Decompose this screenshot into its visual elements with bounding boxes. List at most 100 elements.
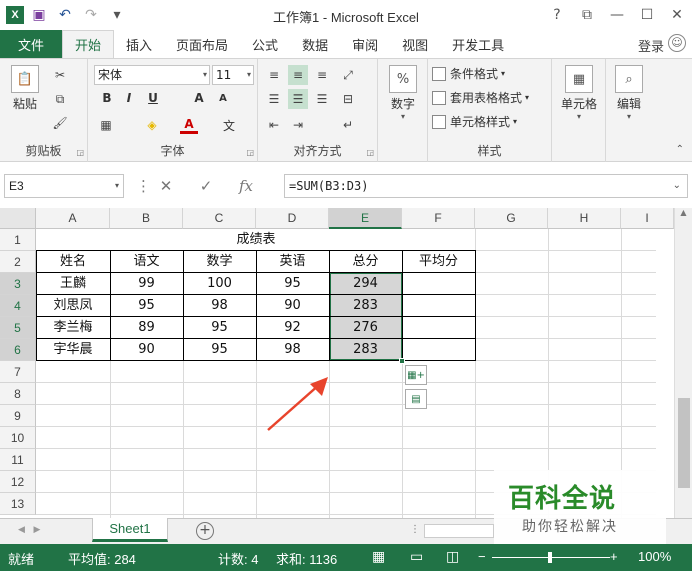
header-cell-chinese[interactable]: 语文 — [110, 251, 183, 273]
row-header-11[interactable]: 11 — [0, 449, 36, 471]
column-header-f[interactable]: F — [402, 208, 475, 229]
align-center-icon[interactable]: ☰ — [288, 89, 308, 109]
format-painter-icon[interactable]: 🖌 — [50, 113, 70, 133]
conditional-formatting-button[interactable]: 条件格式 ▾ — [432, 65, 505, 82]
column-header-d[interactable]: D — [256, 208, 329, 229]
data-cell[interactable]: 95 — [183, 339, 256, 361]
expand-formula-icon[interactable]: ⌄ — [673, 175, 681, 197]
font-launcher-icon[interactable]: ◲ — [246, 148, 254, 157]
wrap-text-icon[interactable]: ↵ — [338, 115, 358, 135]
sheet-tab-sheet1[interactable]: Sheet1 — [92, 518, 168, 542]
tab-file[interactable]: 文件 — [0, 30, 62, 58]
data-cell[interactable]: 95 — [110, 295, 183, 317]
borders-icon[interactable]: ▦ — [96, 115, 116, 135]
data-cell-total[interactable]: 276 — [329, 317, 402, 339]
cell-styles-button[interactable]: 单元格样式 ▾ — [432, 113, 517, 130]
data-cell[interactable]: 99 — [110, 273, 183, 295]
data-cell[interactable]: 92 — [256, 317, 329, 339]
row-header-8[interactable]: 8 — [0, 383, 36, 405]
data-cell[interactable]: 90 — [256, 295, 329, 317]
number-format-button[interactable]: % 数字 ▾ — [386, 65, 420, 121]
row-header-12[interactable]: 12 — [0, 471, 36, 493]
close-button[interactable]: ✕ — [662, 7, 692, 23]
column-header-a[interactable]: A — [36, 208, 110, 229]
data-cell[interactable]: 100 — [183, 273, 256, 295]
cells-button[interactable]: ▦ 单元格 ▾ — [556, 65, 602, 121]
column-header-b[interactable]: B — [110, 208, 183, 229]
tab-insert[interactable]: 插入 — [114, 30, 164, 58]
maximize-button[interactable]: ☐ — [632, 7, 662, 23]
data-cell[interactable]: 95 — [183, 317, 256, 339]
row-header-4[interactable]: 4 — [0, 295, 36, 317]
page-layout-view-icon[interactable]: ▭ — [410, 548, 423, 565]
row-header-10[interactable]: 10 — [0, 427, 36, 449]
fill-color-icon[interactable]: ◈ — [142, 115, 162, 135]
undo-icon[interactable]: ↶ — [54, 4, 76, 26]
align-middle-icon[interactable]: ≡ — [288, 65, 308, 85]
split-handle-icon[interactable]: ⋮ — [410, 524, 420, 535]
column-header-g[interactable]: G — [475, 208, 548, 229]
fill-handle[interactable] — [399, 358, 405, 364]
cancel-icon[interactable]: ✕ — [146, 177, 186, 195]
column-header-c[interactable]: C — [183, 208, 256, 229]
grow-font-button[interactable]: A — [190, 91, 208, 105]
row-header-2[interactable]: 2 — [0, 251, 36, 273]
insert-function-icon[interactable]: fx — [226, 177, 266, 195]
align-left-icon[interactable]: ☰ — [264, 89, 284, 109]
row-header-13[interactable]: 13 — [0, 493, 36, 515]
zoom-slider-thumb[interactable] — [548, 552, 552, 563]
row-header-1[interactable]: 1 — [0, 229, 36, 251]
add-sheet-button[interactable]: + — [196, 522, 214, 540]
alignment-launcher-icon[interactable]: ◲ — [366, 148, 374, 157]
increase-indent-icon[interactable]: ⇥ — [288, 115, 308, 135]
auto-fill-options-icon[interactable]: ▦+ — [405, 365, 427, 385]
data-cell-total[interactable]: 283 — [329, 295, 402, 317]
data-cell[interactable]: 王麟 — [36, 273, 110, 295]
data-cell[interactable]: 95 — [256, 273, 329, 295]
data-cell[interactable]: 89 — [110, 317, 183, 339]
header-cell-english[interactable]: 英语 — [256, 251, 329, 273]
font-size-select[interactable]: 11 ▾ — [212, 65, 254, 85]
header-cell-math[interactable]: 数学 — [183, 251, 256, 273]
header-cell-name[interactable]: 姓名 — [36, 251, 110, 273]
name-box[interactable]: E3 ▾ — [4, 174, 124, 198]
column-header-e[interactable]: E — [329, 208, 402, 229]
help-button[interactable]: ? — [542, 7, 572, 23]
save-icon[interactable]: ▣ — [28, 4, 50, 26]
vertical-scrollbar[interactable]: ▲ — [674, 208, 692, 518]
align-right-icon[interactable]: ☰ — [312, 89, 332, 109]
ribbon-display-button[interactable]: ⧉ — [572, 7, 602, 23]
underline-button[interactable]: U — [144, 91, 162, 105]
zoom-level[interactable]: 100% — [638, 549, 671, 564]
align-bottom-icon[interactable]: ≡ — [312, 65, 332, 85]
row-header-7[interactable]: 7 — [0, 361, 36, 383]
tab-view[interactable]: 视图 — [390, 30, 440, 58]
row-header-9[interactable]: 9 — [0, 405, 36, 427]
column-header-h[interactable]: H — [548, 208, 621, 229]
normal-view-icon[interactable]: ▦ — [372, 548, 385, 565]
feedback-smiley-icon[interactable]: ☺ — [668, 34, 686, 52]
tab-formulas[interactable]: 公式 — [240, 30, 290, 58]
redo-icon[interactable]: ↷ — [80, 4, 102, 26]
editing-button[interactable]: ⌕ 编辑 ▾ — [610, 65, 648, 121]
data-cell[interactable]: 98 — [183, 295, 256, 317]
horizontal-scrollbar[interactable] — [424, 524, 494, 538]
data-cell[interactable]: 98 — [256, 339, 329, 361]
data-cell[interactable]: 90 — [110, 339, 183, 361]
enter-icon[interactable]: ✓ — [186, 177, 226, 195]
shrink-font-button[interactable]: A — [214, 93, 232, 104]
data-cell[interactable]: 李兰梅 — [36, 317, 110, 339]
data-cell[interactable]: 刘思凤 — [36, 295, 110, 317]
tab-home[interactable]: 开始 — [62, 30, 115, 58]
sheet-nav-icon[interactable]: ◀ ▶ — [18, 525, 40, 535]
data-cell-total[interactable]: 283 — [329, 339, 402, 361]
merge-center-icon[interactable]: ⊟ — [338, 89, 358, 109]
customize-qat-icon[interactable]: ▾ — [106, 4, 128, 26]
header-cell-average[interactable]: 平均分 — [402, 251, 475, 273]
font-color-button[interactable]: A — [180, 117, 198, 134]
cut-icon[interactable]: ✂ — [50, 65, 70, 85]
header-cell-total[interactable]: 总分 — [329, 251, 402, 273]
zoom-in-button[interactable]: + — [610, 549, 618, 564]
tab-page-layout[interactable]: 页面布局 — [164, 30, 240, 58]
page-break-view-icon[interactable]: ◫ — [446, 548, 459, 565]
